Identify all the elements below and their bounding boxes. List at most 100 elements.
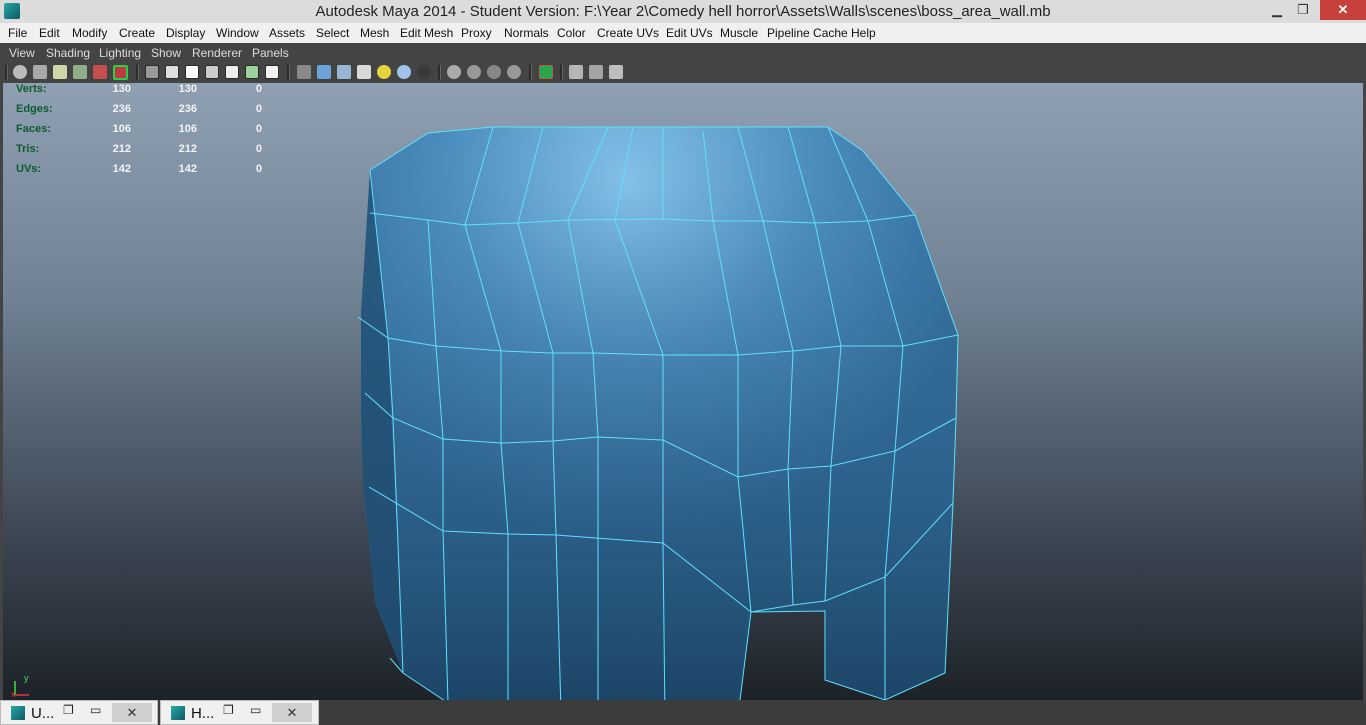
hud-tris-selected: 212 (178, 143, 197, 155)
smooth-shade-all-icon[interactable] (317, 65, 331, 79)
toolbar-separator (287, 65, 290, 80)
minimize-button[interactable]: ▁ (1266, 0, 1288, 20)
hud-label-verts: Verts: (16, 83, 47, 95)
grid-icon[interactable] (145, 65, 159, 79)
use-default-light-icon[interactable] (377, 65, 391, 79)
multi-cube-icon[interactable] (589, 65, 603, 79)
close-button[interactable]: ✕ (112, 703, 152, 722)
hud-faces-extra: 0 (255, 123, 262, 135)
hud-uvs-extra: 0 (255, 163, 262, 175)
gate-mask-icon[interactable] (205, 65, 219, 79)
close-button[interactable]: ✕ (272, 703, 312, 722)
resolution-gate-icon[interactable] (185, 65, 199, 79)
title-bar: Autodesk Maya 2014 - Student Version: F:… (0, 0, 1366, 24)
field-chart-icon[interactable] (225, 65, 239, 79)
close-button[interactable]: ✕ (1320, 0, 1366, 20)
menu-select[interactable]: Select (316, 26, 349, 40)
safe-title-icon[interactable] (265, 65, 279, 79)
perspective-viewport[interactable]: Verts: 130 130 0 Edges: 236 236 0 Faces:… (3, 83, 1363, 700)
menu-display[interactable]: Display (166, 26, 205, 40)
grease-pencil-icon[interactable] (113, 65, 128, 80)
xray-joints-icon[interactable] (467, 65, 481, 79)
panel-menu-shading[interactable]: Shading (46, 46, 90, 60)
maximize-button[interactable]: ▭ (250, 703, 261, 717)
axis-y-label: y (24, 673, 29, 683)
hud-label-tris: Tris: (16, 143, 40, 155)
camera-attributes-icon[interactable] (33, 65, 47, 79)
xray-icon[interactable] (447, 65, 461, 79)
toolbar-separator (438, 65, 441, 80)
toolbar-separator (5, 65, 8, 80)
hud-verts-selected: 130 (178, 83, 197, 95)
xray-components-icon[interactable] (487, 65, 501, 79)
window-title: Autodesk Maya 2014 - Student Version: F:… (315, 3, 1051, 20)
hud-label-uvs: UVs: (16, 163, 42, 175)
menu-normals[interactable]: Normals (504, 26, 549, 40)
menu-modify[interactable]: Modify (72, 26, 107, 40)
film-gate-icon[interactable] (165, 65, 179, 79)
panel-menu-lighting[interactable]: Lighting (99, 46, 141, 60)
minimized-window-2[interactable]: H... ❐ ▭ ✕ (160, 700, 319, 725)
menu-window[interactable]: Window (216, 26, 259, 40)
menu-help[interactable]: Help (851, 26, 876, 40)
menu-create-uvs[interactable]: Create UVs (597, 26, 659, 40)
panel-menu-view[interactable]: View (9, 46, 35, 60)
hud-edges-selected: 236 (178, 103, 197, 115)
toolbar-separator (560, 65, 563, 80)
menu-muscle[interactable]: Muscle (720, 26, 758, 40)
menu-edit[interactable]: Edit (39, 26, 60, 40)
menu-edit-mesh[interactable]: Edit Mesh (400, 26, 453, 40)
minimized-windows-bar: U... ❐ ▭ ✕ H... ❐ ▭ ✕ (0, 700, 1366, 725)
minimized-window-1[interactable]: U... ❐ ▭ ✕ (0, 700, 158, 725)
wireframe-on-shaded-icon[interactable] (337, 65, 351, 79)
panel-toolbar (0, 62, 1366, 83)
select-camera-icon[interactable] (13, 65, 27, 79)
wall-mesh[interactable] (3, 83, 1363, 700)
hud-verts-value: 130 (112, 83, 131, 95)
cube-icon[interactable] (569, 65, 583, 79)
select-tool-icon[interactable] (539, 65, 553, 79)
hud-label-edges: Edges: (16, 103, 53, 115)
menu-color[interactable]: Color (557, 26, 586, 40)
safe-action-icon[interactable] (245, 65, 259, 79)
toolbar-separator (136, 65, 139, 80)
two-d-pan-zoom-icon[interactable] (93, 65, 107, 79)
view-axis-icon: y x (11, 673, 29, 699)
menu-mesh[interactable]: Mesh (360, 26, 389, 40)
minimized-window-title: H... (191, 705, 215, 722)
menu-proxy[interactable]: Proxy (461, 26, 492, 40)
shadows-icon[interactable] (397, 65, 411, 79)
menu-pipeline-cache[interactable]: Pipeline Cache (767, 26, 848, 40)
viewport-panel: View Shading Lighting Show Renderer Pane… (0, 43, 1366, 700)
maximize-button[interactable]: ▭ (90, 703, 101, 717)
high-quality-icon[interactable] (417, 65, 431, 79)
textured-icon[interactable] (357, 65, 371, 79)
main-menu-bar: File Edit Modify Create Display Window A… (0, 23, 1366, 43)
menu-file[interactable]: File (8, 26, 27, 40)
restore-button[interactable]: ❐ (63, 703, 74, 717)
panel-menu-panels[interactable]: Panels (252, 46, 289, 60)
maya-window-icon (11, 706, 25, 720)
wireframe-icon[interactable] (297, 65, 311, 79)
menu-assets[interactable]: Assets (269, 26, 305, 40)
panel-menu-renderer[interactable]: Renderer (192, 46, 242, 60)
panel-menu-show[interactable]: Show (151, 46, 181, 60)
minimized-window-title: U... (31, 705, 55, 722)
share-icon[interactable] (609, 65, 623, 79)
maximize-button[interactable]: ❐ (1292, 0, 1314, 20)
hud-edges-value: 236 (112, 103, 131, 115)
hud-edges-extra: 0 (255, 103, 262, 115)
hud-tris-extra: 0 (255, 143, 262, 155)
image-plane-icon[interactable] (73, 65, 87, 79)
hud-uvs-selected: 142 (178, 163, 197, 175)
menu-create[interactable]: Create (119, 26, 155, 40)
toolbar-separator (529, 65, 532, 80)
isolate-select-icon[interactable] (507, 65, 521, 79)
mesh-shadow (361, 127, 958, 700)
hud-verts-extra: 0 (255, 83, 262, 95)
hud-uvs-value: 142 (112, 163, 131, 175)
menu-edit-uvs[interactable]: Edit UVs (666, 26, 713, 40)
restore-button[interactable]: ❐ (223, 703, 234, 717)
bookmark-icon[interactable] (53, 65, 67, 79)
maya-window-icon (171, 706, 185, 720)
